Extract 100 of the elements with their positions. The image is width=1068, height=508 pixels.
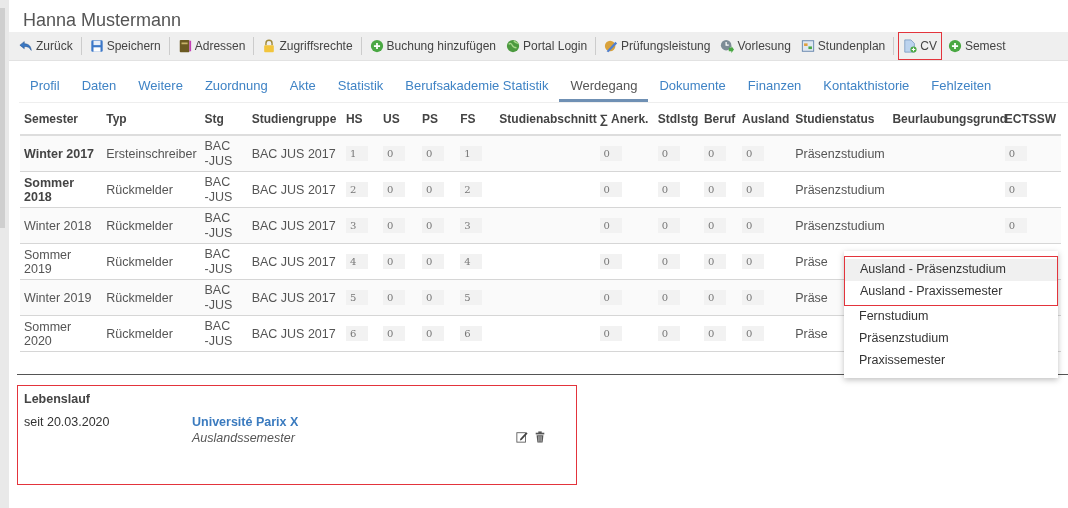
dropdown-option[interactable]: Praxissemester — [844, 350, 1058, 372]
plus-circle-icon — [947, 39, 962, 53]
value-box: 2 — [460, 182, 483, 197]
column-header: Studienabschnitt — [499, 112, 597, 126]
dropdown-option[interactable]: Fernstudium — [844, 306, 1058, 328]
table-cell: Rückmelder — [106, 254, 173, 269]
value-box: 0 — [383, 182, 405, 197]
value-box: 0 — [383, 146, 405, 161]
dropdown-option[interactable]: Präsenzstudium — [844, 328, 1058, 350]
table-cell: BAC JUS 2017 — [251, 290, 336, 305]
institution-link[interactable]: Université Parix X — [192, 415, 299, 429]
toolbar-button[interactable]: Vorlesung — [716, 35, 795, 57]
dropdown-option[interactable]: Ausland - Praxissemester — [845, 281, 1057, 303]
table-cell: Sommer 2018 — [24, 175, 75, 204]
toolbar-button[interactable]: Adressen — [173, 35, 250, 57]
value-box: 0 — [599, 290, 622, 305]
tab[interactable]: Weitere — [127, 73, 194, 102]
value-box: 0 — [742, 326, 764, 341]
value-box: 2 — [345, 182, 368, 197]
toolbar-button[interactable]: Stundenplan — [796, 35, 890, 57]
value-box: 6 — [345, 326, 368, 341]
value-box: 0 — [742, 182, 764, 197]
value-box: 0 — [742, 218, 764, 233]
tab[interactable]: Werdegang — [559, 73, 649, 102]
table-cell: BAC JUS 2017 — [251, 254, 336, 269]
toolbar-button[interactable]: Semest — [943, 35, 1010, 57]
value-box: 0 — [1004, 218, 1027, 233]
column-header: Semester — [24, 112, 79, 126]
tab[interactable]: Daten — [70, 73, 128, 102]
clock-icon — [720, 39, 735, 53]
table-cell: Winter 2018 — [24, 218, 92, 233]
tab[interactable]: Kontakthistorie — [812, 73, 921, 102]
tab[interactable]: Profil — [19, 73, 71, 102]
table-cell: Präse — [795, 254, 828, 269]
column-header: Beruf — [703, 112, 736, 126]
tab[interactable]: Finanzen — [736, 73, 813, 102]
trash-icon[interactable] — [534, 431, 546, 443]
value-box: 0 — [657, 146, 680, 161]
table-cell: Präsenzstudium — [795, 218, 885, 233]
toolbar-button[interactable]: Zugriffsrechte — [258, 35, 357, 57]
entry-type: Auslandssemester — [192, 431, 295, 445]
value-box: 0 — [657, 218, 680, 233]
pencil-icon — [604, 39, 619, 53]
table-cell: Rückmelder — [106, 290, 173, 305]
tab[interactable]: Statistik — [326, 73, 395, 102]
table-cell: BAC-JUS — [204, 283, 233, 312]
globe-icon — [506, 39, 521, 53]
table-cell: Präsenzstudium — [795, 182, 885, 197]
toolbar-button[interactable]: Portal Login — [502, 35, 592, 57]
table-cell: BAC-JUS — [204, 175, 233, 204]
value-box: 1 — [345, 146, 368, 161]
tab[interactable]: Dokumente — [648, 73, 737, 102]
section-title: Lebenslauf — [24, 392, 91, 406]
table-cell: Präse — [795, 326, 828, 341]
value-box: 0 — [703, 218, 726, 233]
toolbar-button[interactable]: Zurück — [15, 35, 77, 57]
value-box: 0 — [599, 146, 622, 161]
value-box: 4 — [460, 254, 483, 269]
value-box: 0 — [383, 254, 405, 269]
table-cell: Winter 2019 — [24, 290, 92, 305]
value-box: 0 — [657, 290, 680, 305]
value-box: 0 — [422, 182, 445, 197]
book-icon — [177, 39, 192, 53]
table-cell: Präse — [795, 290, 828, 305]
dropdown-option[interactable]: Ausland - Präsenzstudium — [845, 259, 1057, 281]
tab[interactable]: Fehlzeiten — [920, 73, 1003, 102]
value-box: 3 — [460, 218, 483, 233]
table-cell: Winter 2017 — [24, 146, 95, 161]
value-box: 0 — [703, 326, 726, 341]
page-title: Hanna Mustermann — [22, 9, 183, 31]
table-cell: BAC-JUS — [204, 247, 233, 276]
value-box: 0 — [599, 254, 622, 269]
toolbar-button[interactable]: CV — [898, 32, 942, 60]
value-box: 0 — [383, 290, 405, 305]
value-box: 6 — [460, 326, 483, 341]
date-text: seit 20.03.2020 — [24, 415, 111, 431]
back-arrow-icon — [19, 39, 33, 53]
edit-icon[interactable] — [516, 431, 528, 443]
tab[interactable]: Berufsakademie Statistik — [394, 73, 560, 102]
value-box: 3 — [345, 218, 368, 233]
column-header: HS — [345, 112, 363, 126]
value-box: 0 — [422, 290, 445, 305]
value-box: 0 — [703, 146, 726, 161]
column-header: Typ — [106, 112, 127, 126]
toolbar-button[interactable]: Buchung hinzufügen — [365, 35, 501, 57]
column-header: PS — [422, 112, 439, 126]
tab[interactable]: Akte — [278, 73, 327, 102]
toolbar-button[interactable]: Speichern — [85, 35, 165, 57]
value-box: 0 — [703, 290, 726, 305]
table-cell: BAC JUS 2017 — [251, 182, 336, 197]
value-box: 0 — [422, 326, 445, 341]
column-header: Stg — [204, 112, 224, 126]
value-box: 0 — [383, 218, 405, 233]
toolbar-button[interactable]: Prüfungsleistung — [600, 35, 715, 57]
table-cell: Sommer 2019 — [24, 247, 72, 276]
document-plus-icon — [903, 39, 918, 53]
plus-circle-icon — [369, 39, 384, 53]
tab[interactable]: Zuordnung — [193, 73, 279, 102]
value-box: 0 — [1004, 182, 1027, 197]
table-cell: Sommer 2020 — [24, 319, 72, 348]
